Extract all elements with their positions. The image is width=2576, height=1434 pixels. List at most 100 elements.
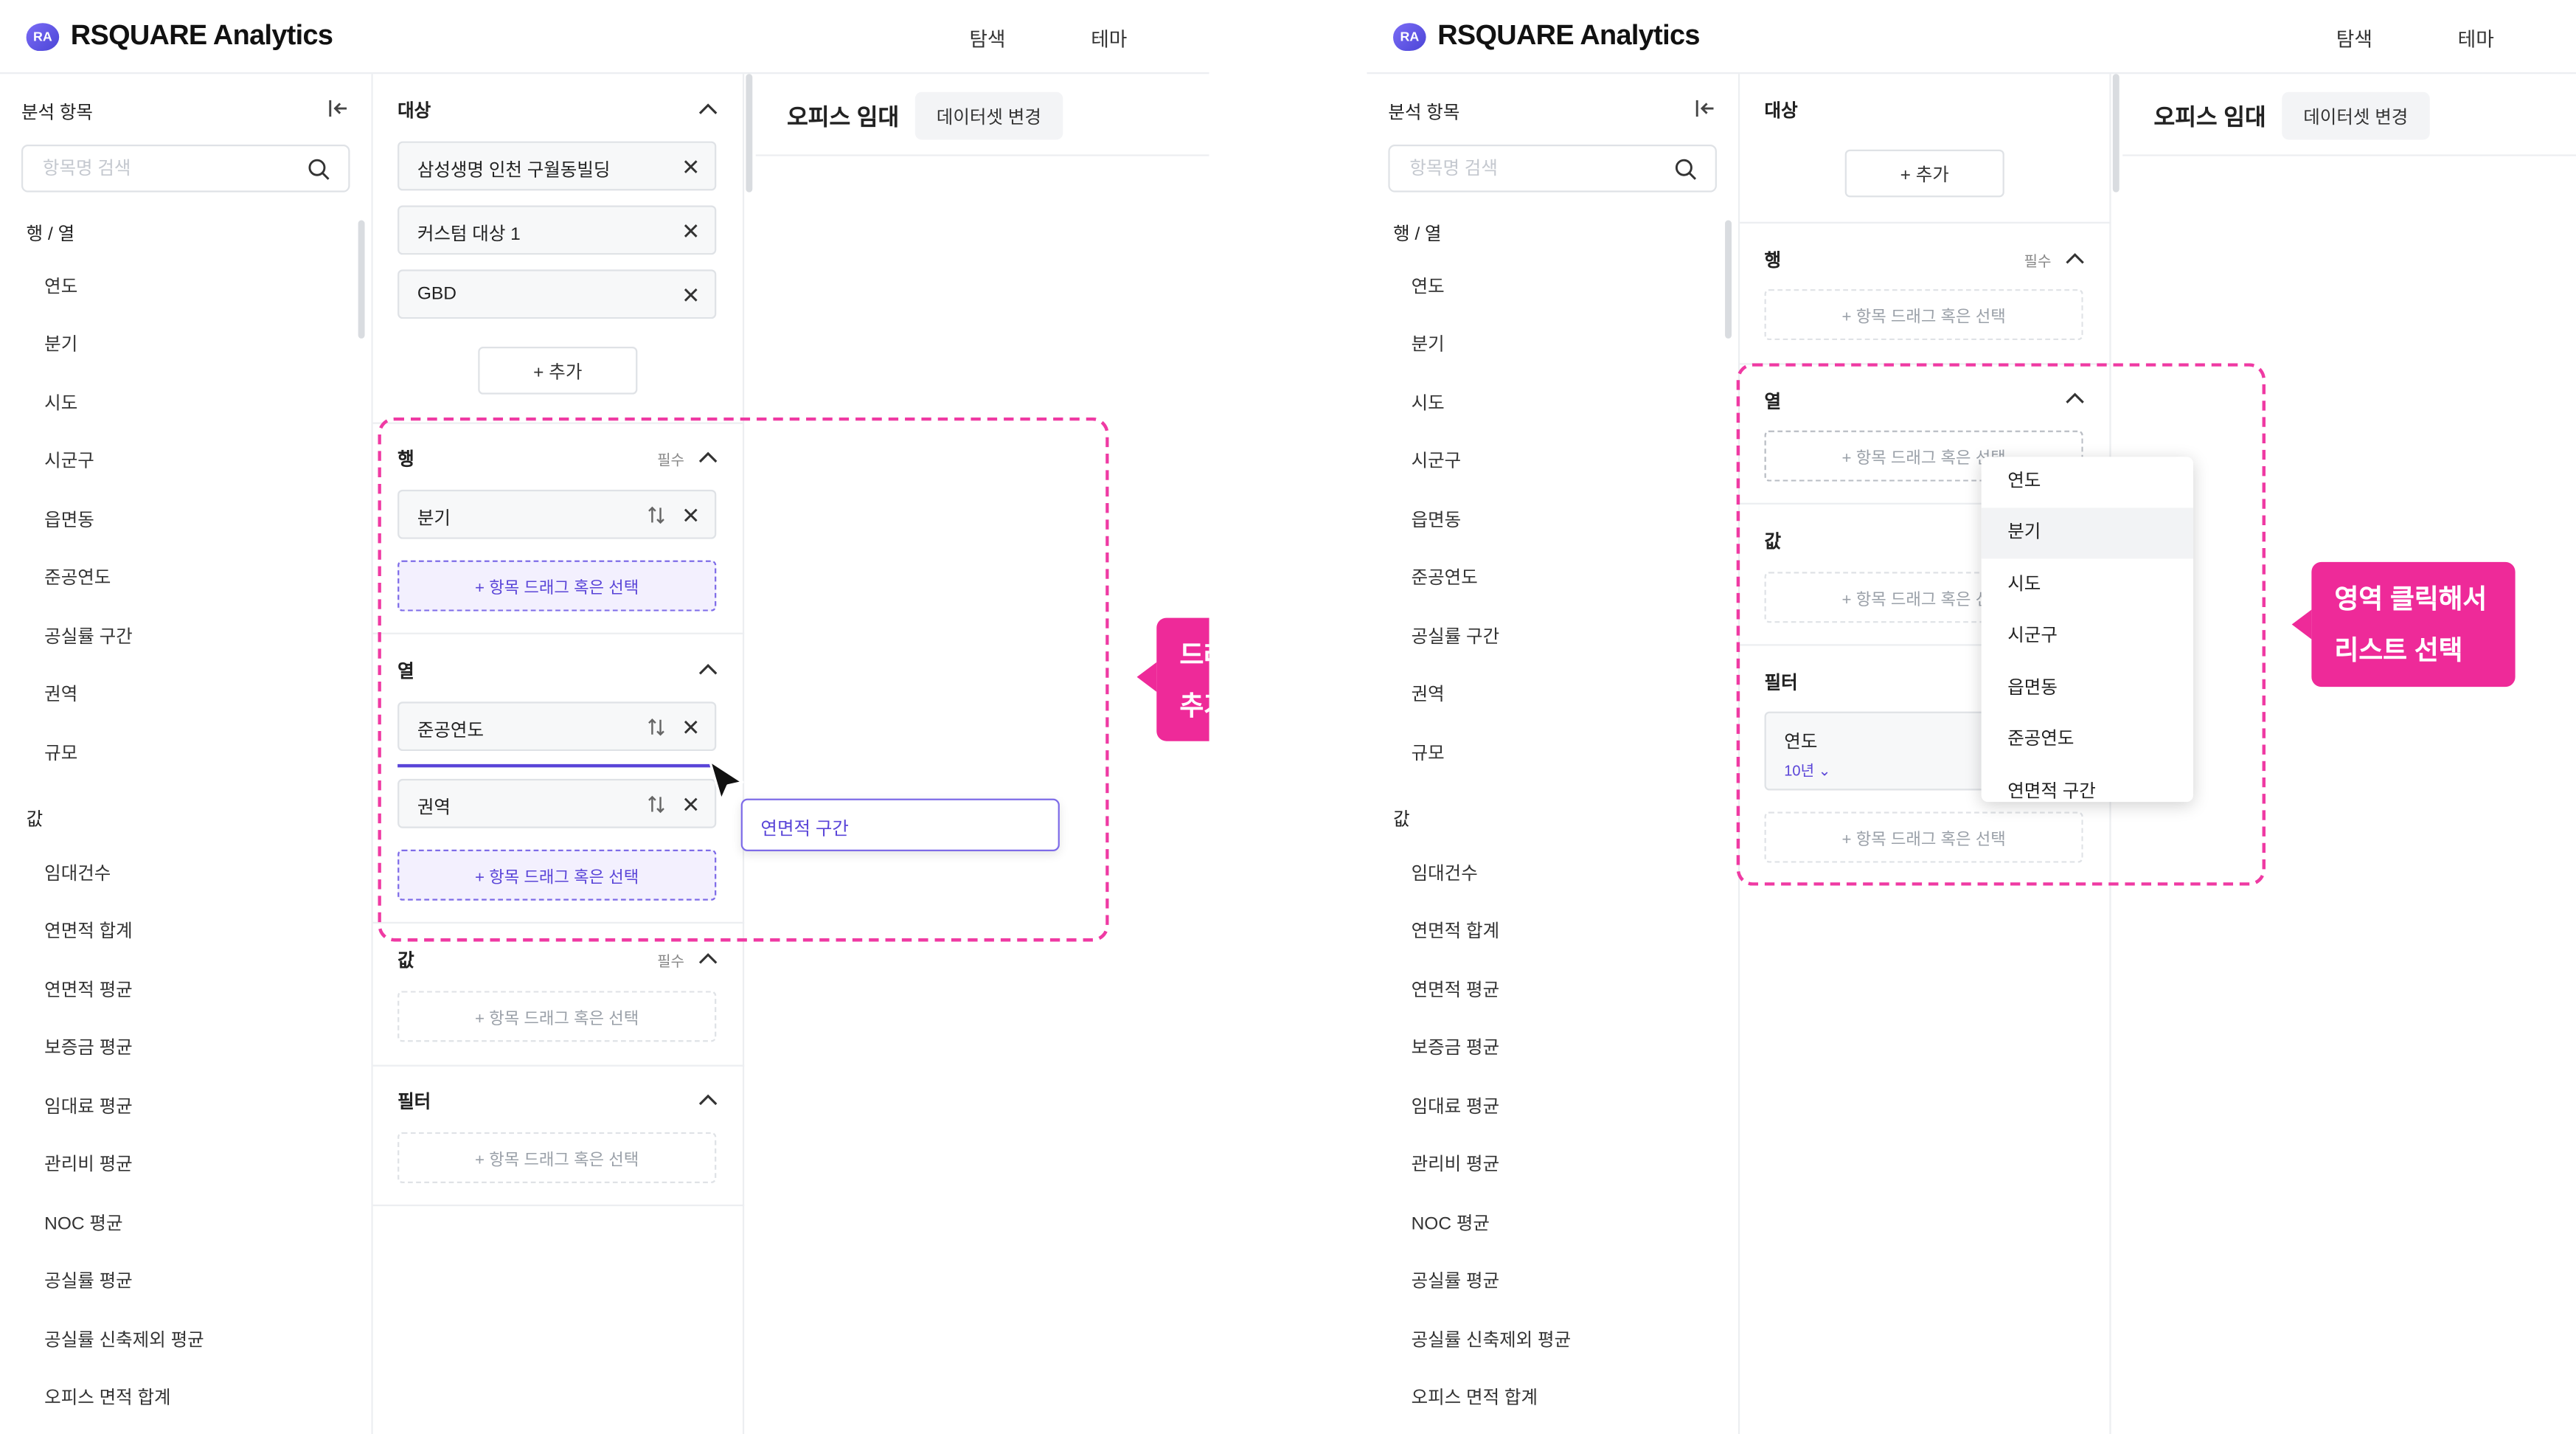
chevron-up-icon[interactable] xyxy=(698,1092,718,1106)
field-item[interactable]: 연면적 평균 xyxy=(44,976,133,1002)
field-dropdown-list: 연도 분기 시도 시군구 읍면동 준공연도 연면적 구간 xyxy=(1981,457,2193,803)
collapse-sidebar-icon[interactable] xyxy=(1694,97,1717,119)
search-icon[interactable] xyxy=(1674,158,1697,181)
dropdown-option[interactable]: 연도 xyxy=(1982,457,2193,508)
field-item[interactable]: 시도 xyxy=(1412,389,1445,416)
field-item[interactable]: 권역 xyxy=(1412,680,1445,707)
search-icon[interactable] xyxy=(308,158,330,181)
logo-icon: RA xyxy=(26,22,60,50)
chevron-up-icon[interactable] xyxy=(698,102,718,115)
field-item[interactable]: 임대건수 xyxy=(1412,859,1478,886)
field-item[interactable]: 연도 xyxy=(44,273,77,299)
field-item[interactable]: 권역 xyxy=(44,680,77,707)
chevron-up-icon[interactable] xyxy=(698,952,718,965)
divider xyxy=(1740,221,2111,224)
search-input[interactable] xyxy=(23,146,294,191)
sidebar-scrollbar[interactable] xyxy=(1725,220,1732,339)
chevron-up-icon[interactable] xyxy=(2065,252,2085,265)
nav-theme[interactable]: 테마 xyxy=(1091,24,1127,52)
callout-line: 영역 클릭해서 xyxy=(2334,586,2488,615)
field-item[interactable]: 오피스 면적 합계 xyxy=(1412,1384,1538,1410)
logo-text: RSQUARE Analytics xyxy=(1437,19,1700,52)
target-section-title: 대상 xyxy=(397,102,431,122)
group-label-values: 값 xyxy=(1393,810,1410,830)
field-item[interactable]: 준공연도 xyxy=(1412,564,1478,590)
field-item[interactable]: 오피스 면적 합계 xyxy=(44,1384,170,1410)
logo[interactable]: RA RSQUARE Analytics xyxy=(1393,20,1700,53)
nav-theme[interactable]: 테마 xyxy=(2458,24,2494,52)
field-item[interactable]: 준공연도 xyxy=(44,564,111,590)
field-item[interactable]: 임대료 평균 xyxy=(44,1092,133,1119)
field-item[interactable]: 보증금 평균 xyxy=(1412,1033,1500,1060)
analysis-items-sidebar: 분석 항목 행 / 열 연도 분기 시도 시군구 읍면동 준공연도 공실률 구간… xyxy=(1367,74,1740,1434)
filter-drop-zone[interactable]: + 항목 드래그 혹은 선택 xyxy=(397,1132,717,1183)
dropdown-option[interactable]: 분기 xyxy=(1981,508,2193,559)
change-dataset-button[interactable]: 데이터셋 변경 xyxy=(914,91,1063,140)
field-item[interactable]: 공실률 구간 xyxy=(1412,623,1500,649)
annotation-callout: 영역 클릭해서 리스트 선택 xyxy=(2311,561,2516,687)
field-item[interactable]: 임대료 평균 xyxy=(1412,1092,1500,1119)
field-item[interactable]: 읍면동 xyxy=(1412,506,1462,533)
dropdown-option[interactable]: 준공연도 xyxy=(1982,715,2193,766)
value-section-title: 값 xyxy=(397,951,414,971)
field-item[interactable]: NOC 평균 xyxy=(1412,1210,1490,1236)
field-item[interactable]: 공실률 신축제외 평균 xyxy=(1412,1326,1572,1353)
target-chip[interactable]: 커스텀 대상 1 xyxy=(397,205,717,255)
remove-icon[interactable] xyxy=(684,288,698,302)
field-item[interactable]: 보증금 평균 xyxy=(44,1033,133,1060)
change-dataset-button[interactable]: 데이터셋 변경 xyxy=(2282,91,2430,140)
field-item[interactable]: 공실률 평균 xyxy=(44,1267,133,1294)
field-item[interactable]: 연면적 합계 xyxy=(44,917,133,943)
logo[interactable]: RA RSQUARE Analytics xyxy=(26,20,333,53)
annotation-highlight-box xyxy=(378,417,1109,942)
field-item[interactable]: 공실률 신축제외 평균 xyxy=(44,1326,204,1353)
field-item[interactable]: 분기 xyxy=(44,330,77,357)
field-item[interactable]: 임대건수 xyxy=(44,859,111,886)
search-input[interactable] xyxy=(1389,146,1662,191)
field-item[interactable]: 연면적 평균 xyxy=(1412,976,1500,1002)
top-bar: RA RSQUARE Analytics 탐색 테마 xyxy=(1367,0,2576,75)
field-item[interactable]: 읍면동 xyxy=(44,506,94,533)
config-scrollbar[interactable] xyxy=(746,74,753,193)
nav-explore[interactable]: 탐색 xyxy=(969,24,1005,52)
target-chip[interactable]: GBD xyxy=(397,269,717,319)
dropdown-option[interactable]: 시도 xyxy=(1982,561,2193,612)
group-label-values: 값 xyxy=(26,810,44,830)
dropdown-option[interactable]: 읍면동 xyxy=(1982,664,2193,715)
field-item[interactable]: 관리비 평균 xyxy=(44,1150,133,1177)
collapse-sidebar-icon[interactable] xyxy=(327,97,350,119)
sidebar-title: 분석 항목 xyxy=(1388,103,1460,124)
field-item[interactable]: 공실률 구간 xyxy=(44,623,133,649)
dropdown-option[interactable]: 시군구 xyxy=(1982,612,2193,662)
required-badge: 필수 xyxy=(657,953,684,970)
target-chip[interactable]: 삼성생명 인천 구월동빌딩 xyxy=(397,141,717,191)
nav-explore[interactable]: 탐색 xyxy=(2336,24,2372,52)
field-item[interactable]: 연면적 합계 xyxy=(1412,917,1500,943)
config-scrollbar[interactable] xyxy=(2112,74,2120,193)
field-item[interactable]: 규모 xyxy=(44,739,77,766)
field-item[interactable]: 관리비 평균 xyxy=(1412,1150,1500,1177)
field-item[interactable]: 규모 xyxy=(1412,739,1445,766)
add-target-button[interactable]: + 추가 xyxy=(1844,149,2004,198)
divider xyxy=(755,154,1209,156)
field-item[interactable]: 연도 xyxy=(1412,273,1445,299)
sidebar-scrollbar[interactable] xyxy=(358,220,365,339)
remove-icon[interactable] xyxy=(684,159,698,174)
value-drop-zone[interactable]: + 항목 드래그 혹은 선택 xyxy=(397,991,717,1042)
field-item[interactable]: 분기 xyxy=(1412,330,1445,357)
divider xyxy=(372,1204,745,1207)
row-drop-zone[interactable]: + 항목 드래그 혹은 선택 xyxy=(1764,289,2083,341)
remove-icon[interactable] xyxy=(684,224,698,238)
callout-line: 드래그해서 xyxy=(1179,642,1209,671)
analysis-items-sidebar: 분석 항목 행 / 열 연도 분기 시도 시군구 읍면동 준공연도 공실률 구간… xyxy=(0,74,373,1434)
field-item[interactable]: 시군구 xyxy=(1412,447,1462,474)
add-target-button[interactable]: + 추가 xyxy=(478,347,638,395)
field-item[interactable]: NOC 평균 xyxy=(44,1210,122,1236)
field-item[interactable]: 시도 xyxy=(44,389,77,416)
sidebar-title: 분석 항목 xyxy=(21,103,93,124)
drag-ghost-label: 연면적 구간 xyxy=(760,820,849,840)
dropdown-option[interactable]: 연면적 구간 xyxy=(1982,767,2193,802)
top-bar: RA RSQUARE Analytics 탐색 테마 xyxy=(0,0,1209,75)
field-item[interactable]: 공실률 평균 xyxy=(1412,1267,1500,1294)
field-item[interactable]: 시군구 xyxy=(44,447,94,474)
